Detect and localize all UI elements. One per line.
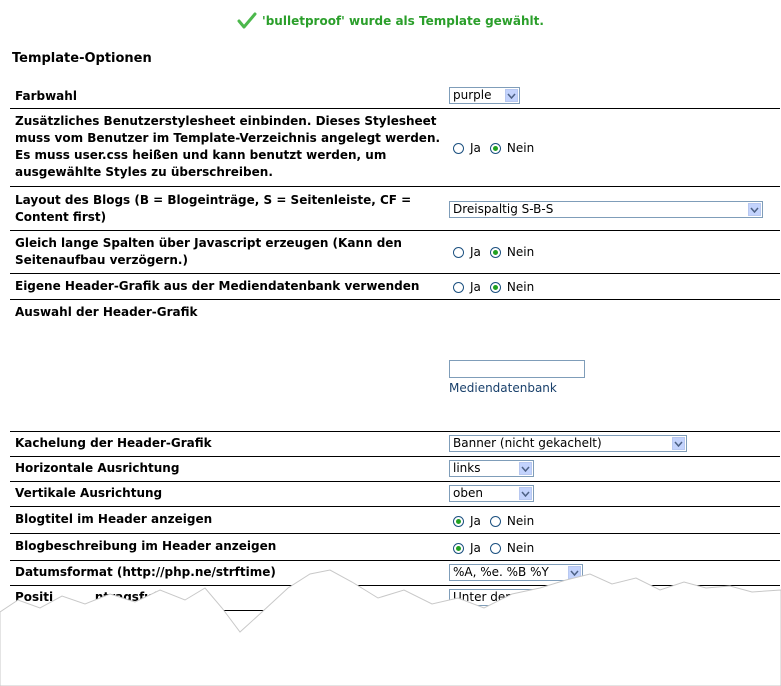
radio-ja-label: Ja <box>470 541 481 555</box>
torn-edge-overlay <box>0 569 781 686</box>
option-label: Blogtitel im Header anzeigen <box>15 512 213 526</box>
option-row-vertikal: Vertikale Ausrichtung oben <box>10 481 780 507</box>
radio-nein[interactable] <box>489 515 501 527</box>
option-label: Vertikale Ausrichtung <box>15 486 163 500</box>
radio-ja[interactable] <box>453 281 464 293</box>
radio-nein-label: Nein <box>506 514 535 528</box>
section-title: Template-Optionen <box>12 51 152 66</box>
select-value: Banner (nicht gekachelt) <box>453 436 602 450</box>
option-row-header-grafik: Eigene Header-Grafik aus der Mediendaten… <box>10 273 780 300</box>
chevron-down-icon <box>672 437 685 450</box>
radio-ja-label: Ja <box>470 245 481 259</box>
option-row-horizontal: Horizontale Ausrichtung links <box>10 456 780 482</box>
option-label: Farbwahl <box>15 89 77 103</box>
option-label: Kachelung der Header-Grafik <box>15 436 212 450</box>
option-label: Eigene Header-Grafik aus der Mediendaten… <box>15 279 420 293</box>
blogtitel-radio-group: Ja Nein <box>453 514 543 528</box>
select-value: purple <box>453 88 492 102</box>
option-label: Zusätzliches Benutzerstylesheet einbinde… <box>15 114 441 179</box>
option-row-farbwahl: Farbwahl purple <box>10 84 780 109</box>
select-value: Dreispaltig S-B-S <box>453 202 554 216</box>
horizontal-select[interactable]: links <box>449 460 534 477</box>
chevron-down-icon <box>519 487 532 500</box>
radio-ja[interactable] <box>453 142 464 154</box>
radio-ja-label: Ja <box>470 514 481 528</box>
select-value: links <box>453 461 481 475</box>
chevron-down-icon <box>519 462 532 475</box>
chevron-down-icon <box>505 89 518 102</box>
radio-nein-label: Nein <box>506 541 535 555</box>
radio-nein[interactable] <box>489 542 501 554</box>
option-row-blogbeschreibung: Blogbeschreibung im Header anzeigen Ja N… <box>10 533 780 561</box>
radio-ja[interactable] <box>453 542 464 554</box>
header-grafik-radio-group: Ja Nein <box>453 280 543 294</box>
success-message: 'bulletproof' wurde als Template gewählt… <box>0 12 781 30</box>
radio-nein-label: Nein <box>506 280 535 294</box>
radio-ja-label: Ja <box>470 141 481 155</box>
success-message-text: 'bulletproof' wurde als Template gewählt… <box>262 14 544 28</box>
radio-ja[interactable] <box>453 246 464 258</box>
checkmark-icon <box>237 12 257 29</box>
radio-nein[interactable] <box>489 281 501 293</box>
vertikal-select[interactable]: oben <box>449 485 534 502</box>
radio-nein-label: Nein <box>506 141 535 155</box>
radio-nein[interactable] <box>489 142 501 154</box>
select-value: oben <box>453 486 483 500</box>
layout-select[interactable]: Dreispaltig S-B-S <box>449 201 763 218</box>
radio-ja-label: Ja <box>470 280 481 294</box>
chevron-down-icon <box>748 203 761 216</box>
farbwahl-select[interactable]: purple <box>449 87 520 104</box>
kachelung-select[interactable]: Banner (nicht gekachelt) <box>449 435 687 452</box>
option-label: Gleich lange Spalten über Javascript erz… <box>15 236 402 267</box>
option-label: Layout des Blogs (B = Blogeinträge, S = … <box>15 193 412 224</box>
radio-ja[interactable] <box>453 515 464 527</box>
option-row-kachelung: Kachelung der Header-Grafik Banner (nich… <box>10 431 780 457</box>
userstyles-radio-group: Ja Nein <box>453 141 543 155</box>
option-row-userstyles: Zusätzliches Benutzerstylesheet einbinde… <box>10 108 780 187</box>
radio-nein[interactable] <box>489 246 501 258</box>
option-row-blogtitel: Blogtitel im Header anzeigen Ja Nein <box>10 506 780 534</box>
mediendatenbank-link[interactable]: Mediendatenbank <box>449 381 557 395</box>
radio-nein-label: Nein <box>506 245 535 259</box>
option-label: Horizontale Ausrichtung <box>15 461 180 475</box>
header-grafik-input[interactable] <box>449 360 585 378</box>
spalten-radio-group: Ja Nein <box>453 245 543 259</box>
blogbeschreibung-radio-group: Ja Nein <box>453 541 543 555</box>
option-label: Auswahl der Header-Grafik <box>15 305 198 319</box>
option-row-layout: Layout des Blogs (B = Blogeinträge, S = … <box>10 186 780 231</box>
option-label: Blogbeschreibung im Header anzeigen <box>15 539 277 553</box>
option-row-spalten: Gleich lange Spalten über Javascript erz… <box>10 230 780 274</box>
option-row-auswahl: Auswahl der Header-Grafik <box>10 299 780 432</box>
